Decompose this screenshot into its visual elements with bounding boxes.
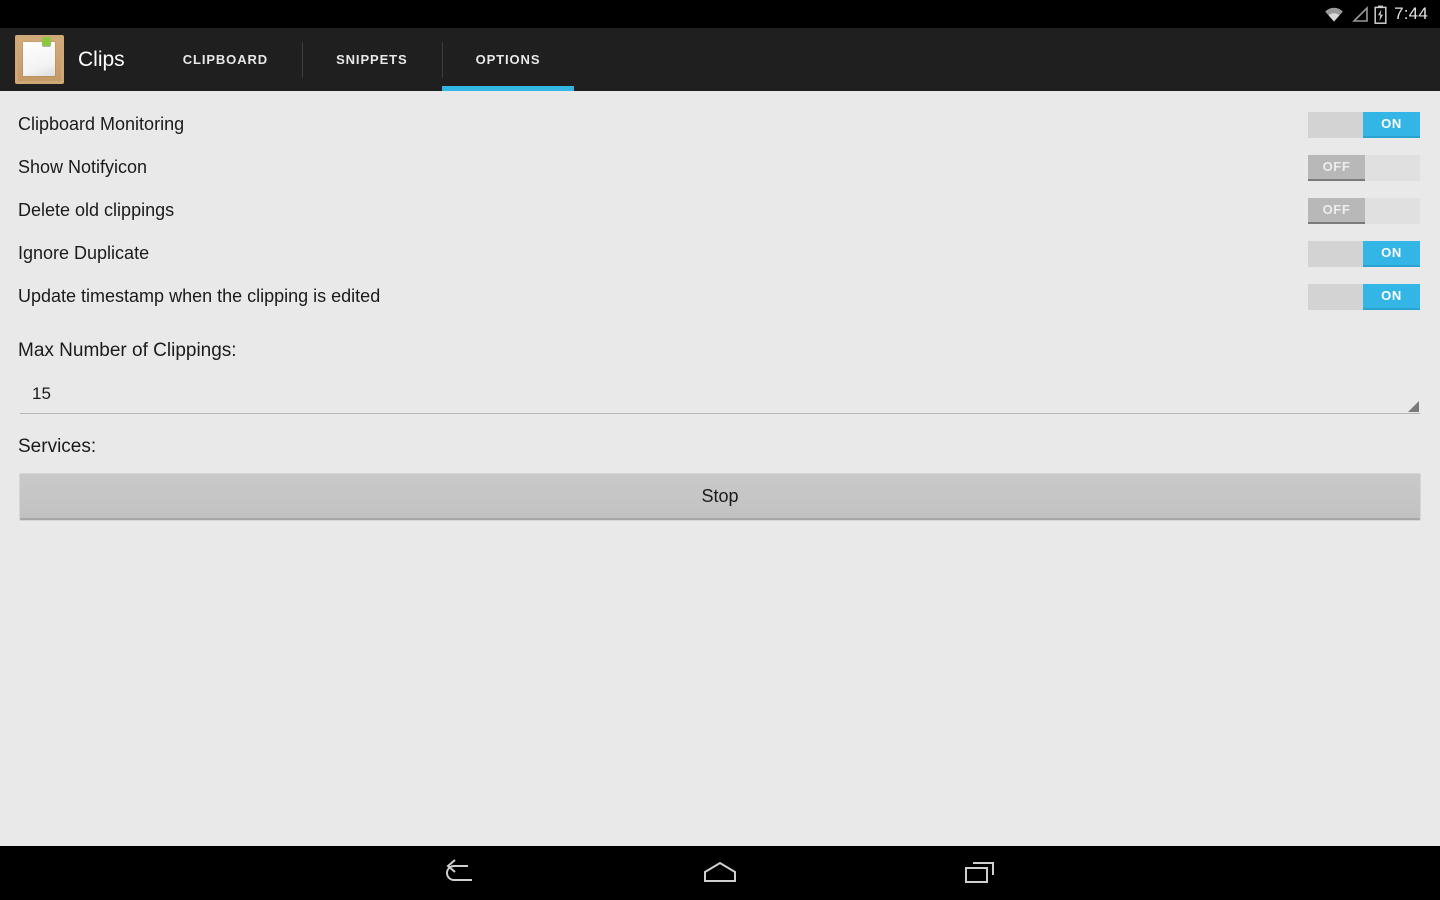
- tab-snippets[interactable]: SNIPPETS: [302, 28, 442, 91]
- navigation-bar: [0, 846, 1440, 900]
- toggle-clipboard-monitoring-state: ON: [1363, 111, 1420, 138]
- max-clippings-heading: Max Number of Clippings:: [18, 340, 237, 361]
- clipboard-paper: [23, 42, 55, 76]
- setting-label-show-notifyicon: Show Notifyicon: [18, 157, 148, 177]
- setting-label-delete-old-clippings: Delete old clippings: [18, 200, 175, 220]
- tab-clipboard-label: CLIPBOARD: [182, 52, 269, 67]
- max-clippings-spinner[interactable]: 15: [20, 374, 1420, 414]
- setting-label-ignore-duplicate: Ignore Duplicate: [18, 243, 150, 263]
- toggle-update-timestamp-state: ON: [1363, 283, 1420, 310]
- android-screen: 7:44 Clips CLIPBOARD SNIPPETS OPTIONS Cl…: [0, 0, 1440, 900]
- options-panel: Clipboard Monitoring ON Show Notifyicon …: [0, 91, 1440, 846]
- status-bar: 7:44: [0, 0, 1440, 28]
- tab-bar: CLIPBOARD SNIPPETS OPTIONS: [149, 28, 575, 91]
- toggle-update-timestamp[interactable]: ON: [1308, 283, 1420, 310]
- recents-button[interactable]: [953, 851, 1007, 895]
- setting-row-delete-old-clippings: Delete old clippings OFF: [0, 189, 1440, 232]
- signal-icon: [1352, 5, 1368, 22]
- clipboard-icon[interactable]: [15, 35, 64, 84]
- stop-service-button[interactable]: Stop: [20, 474, 1420, 520]
- recents-icon: [965, 862, 994, 883]
- toggle-clipboard-monitoring[interactable]: ON: [1308, 111, 1420, 138]
- toggle-ignore-duplicate-state: ON: [1363, 240, 1420, 267]
- spinner-caret-icon: [1408, 401, 1419, 412]
- tab-clipboard[interactable]: CLIPBOARD: [149, 28, 302, 91]
- setting-row-show-notifyicon: Show Notifyicon OFF: [0, 146, 1440, 189]
- toggle-ignore-duplicate[interactable]: ON: [1308, 240, 1420, 267]
- toggle-show-notifyicon[interactable]: OFF: [1308, 154, 1420, 181]
- clipboard-pin: [42, 37, 51, 46]
- battery-charging-icon: [1374, 5, 1387, 24]
- status-clock: 7:44: [1394, 4, 1428, 23]
- action-bar: Clips CLIPBOARD SNIPPETS OPTIONS: [0, 28, 1440, 91]
- status-icons: [1323, 5, 1387, 24]
- back-button[interactable]: [433, 851, 487, 895]
- home-button[interactable]: [693, 851, 747, 895]
- back-icon: [446, 859, 472, 881]
- setting-label-update-timestamp: Update timestamp when the clipping is ed…: [18, 286, 381, 306]
- setting-row-ignore-duplicate: Ignore Duplicate ON: [0, 232, 1440, 275]
- max-clippings-value: 15: [32, 383, 51, 403]
- toggle-show-notifyicon-state: OFF: [1308, 154, 1365, 181]
- home-icon: [704, 861, 736, 882]
- tab-options[interactable]: OPTIONS: [441, 28, 575, 91]
- app-title: Clips: [78, 48, 125, 71]
- setting-row-update-timestamp: Update timestamp when the clipping is ed…: [0, 275, 1440, 318]
- tab-snippets-label: SNIPPETS: [336, 52, 408, 67]
- services-heading: Services:: [18, 436, 97, 457]
- tab-options-label: OPTIONS: [475, 52, 541, 67]
- toggle-delete-old-clippings-state: OFF: [1308, 197, 1365, 224]
- wifi-icon: [1325, 7, 1343, 21]
- toggle-delete-old-clippings[interactable]: OFF: [1308, 197, 1420, 224]
- setting-row-clipboard-monitoring: Clipboard Monitoring ON: [0, 103, 1440, 146]
- setting-label-clipboard-monitoring: Clipboard Monitoring: [18, 114, 185, 134]
